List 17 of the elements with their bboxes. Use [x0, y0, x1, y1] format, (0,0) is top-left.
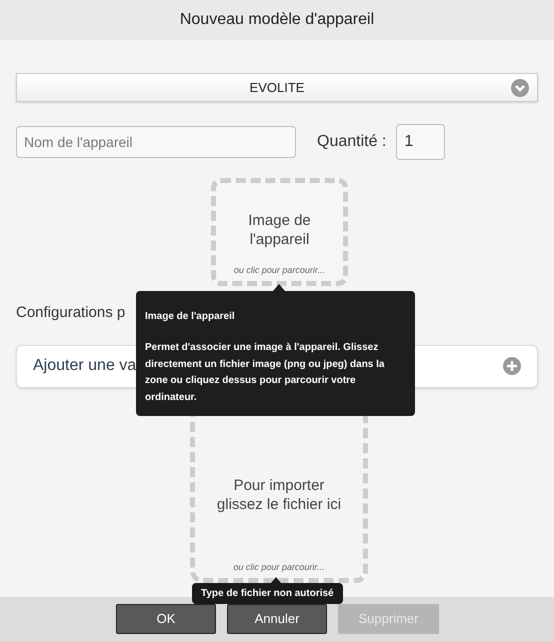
browse-hint: ou clic pour parcourir... — [234, 264, 326, 277]
device-name-field[interactable]: Nom de l'appareil — [16, 126, 296, 158]
dialog-button[interactable]: Annuler — [227, 604, 327, 634]
drop-zone-title: Image de l'appareil — [247, 211, 312, 249]
drop-zone-title: Pour importer glissez le fichier ici — [216, 476, 342, 514]
window-title: Nouveau modèle d'appareil — [180, 10, 374, 30]
model-dropdown[interactable]: EVOLITE — [16, 73, 538, 102]
image-drop-zone[interactable]: Image de l'appareil ou clic pour parcourir... — [211, 178, 348, 286]
quantity-field[interactable]: 1 — [396, 124, 446, 160]
browse-hint: ou clic pour parcourir... — [233, 561, 325, 574]
section-label: Configurations p — [16, 303, 126, 323]
quantity-label: Quantité : — [317, 132, 386, 152]
dialog-button[interactable]: OK — [116, 604, 216, 634]
chevron-down-icon — [511, 79, 529, 97]
tooltip-title: Image de l'appareil — [145, 310, 236, 324]
plus-icon — [503, 357, 521, 375]
tooltip-text: Type de fichier non autorisé — [201, 587, 334, 601]
